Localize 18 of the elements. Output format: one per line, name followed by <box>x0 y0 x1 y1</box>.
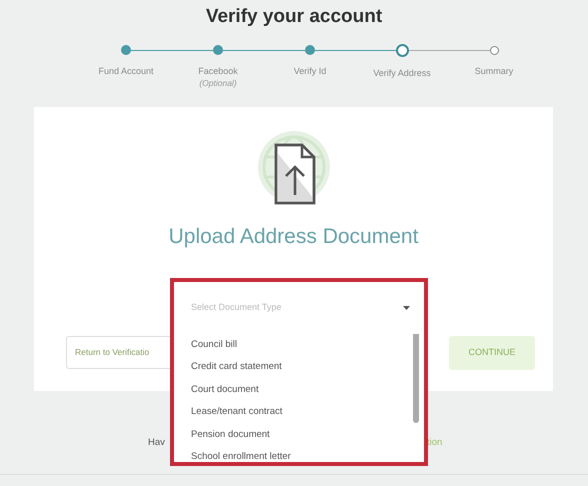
dropdown-placeholder: Select Document Type <box>191 301 282 314</box>
step-label: Verify Id <box>294 65 326 77</box>
globe-upload-icon <box>258 131 330 204</box>
dropdown-option[interactable]: School enrollment letter <box>174 446 424 462</box>
dropdown-option[interactable]: Lease/tenant contract <box>174 401 424 424</box>
dropdown-option[interactable]: Pension document <box>174 424 424 446</box>
step-note: (Optional) <box>199 77 237 89</box>
step-label: Facebook <box>198 65 238 77</box>
caret-icon <box>403 306 410 310</box>
scrollbar[interactable] <box>413 334 419 423</box>
dropdown-option[interactable]: Court document <box>174 378 424 402</box>
document-type-dropdown[interactable]: Select Document Type Council bill Credit card statement Court document Lease/tenant contract Pension document School enrollment letter <box>170 278 428 466</box>
step-label: Summary <box>474 65 514 77</box>
step-label: Verify Address <box>373 67 431 79</box>
footer-text: Hav <box>148 436 165 450</box>
step-label: Fund Account <box>98 65 154 77</box>
page-title: Verify your account <box>204 5 384 29</box>
upload-heading: Upload Address Document <box>168 224 418 250</box>
